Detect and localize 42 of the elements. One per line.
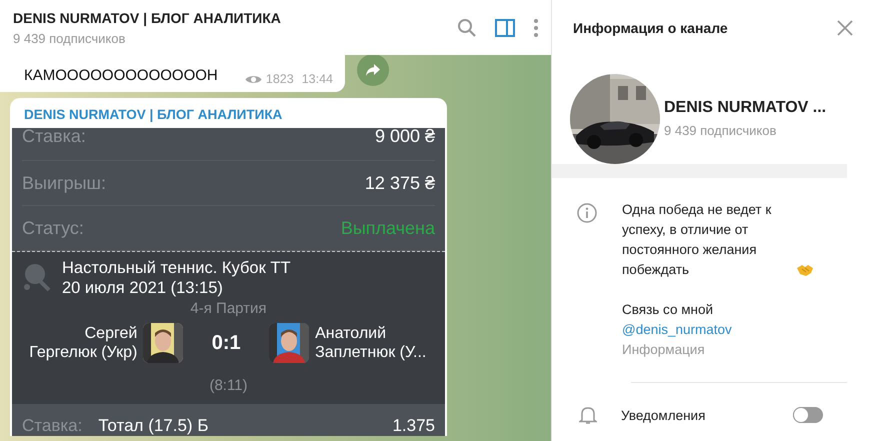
side-panel-icon[interactable] <box>495 18 515 36</box>
author-name: DENIS NURMATOV | БЛОГ АНАЛИТИКА <box>24 107 282 122</box>
message-text: КАМОООООООООООООН <box>24 67 219 84</box>
subscriber-count: 9 439 подписчиков <box>664 123 778 138</box>
panel-title: Информация о канале <box>573 20 728 36</box>
bet-label: Ставка: <box>22 416 82 436</box>
arrow-icon <box>365 62 381 76</box>
player-name: Анатолий Заплетнюк (У... <box>315 324 428 362</box>
view-count: 1823 <box>266 72 294 86</box>
event-date: 20 июля 2021 (13:15) <box>62 278 224 298</box>
bet-label: Статус: <box>22 218 84 238</box>
contact-label: Связь со мной <box>622 301 714 319</box>
channel-name: DENIS NURMATOV ... <box>664 99 826 117</box>
bell-icon <box>579 405 597 425</box>
bet-amount: 9 000 ₴ <box>374 126 435 147</box>
message-time: 13:44 <box>302 72 333 86</box>
bet-odds: 1.375 <box>392 416 435 436</box>
info-icon <box>577 203 597 223</box>
match-score: 0:1 <box>210 332 242 354</box>
bet-status: Выплачена <box>340 218 435 238</box>
set-score: (8:11) <box>208 377 249 394</box>
match-period: 4-я Партия <box>189 300 268 317</box>
subscriber-count: 9 439 подписчиков <box>13 30 126 46</box>
notifications-toggle[interactable] <box>793 407 823 423</box>
bet-label: Выигрыш: <box>22 172 106 194</box>
field-caption: Информация <box>622 341 706 359</box>
close-button[interactable] <box>837 20 853 36</box>
player-name: Сергей Гергелюк (Укр) <box>28 324 138 362</box>
forward-button[interactable] <box>357 55 389 86</box>
notifications-label: Уведомления <box>621 408 706 422</box>
bet-amount: 12 375 ₴ <box>364 172 435 194</box>
channel-description: Одна победа не ведет к успеху, в отличие от постоянного желания побеждать <box>622 201 772 279</box>
bet-selection: Тотал (17.5) Б <box>98 416 210 436</box>
close-icon <box>837 20 853 36</box>
username-link[interactable]: @denis_nurmatov <box>622 320 807 340</box>
bet-label: Ставка: <box>22 126 86 147</box>
chat-title: DENIS NURMATOV | БЛОГ АНАЛИТИКА <box>13 10 282 26</box>
event-title: Настольный теннис. Кубок ТТ <box>62 258 291 278</box>
more-icon[interactable] <box>533 18 539 38</box>
handshake-icon <box>796 264 814 277</box>
eye-icon <box>244 74 262 84</box>
search-icon[interactable] <box>457 18 477 38</box>
